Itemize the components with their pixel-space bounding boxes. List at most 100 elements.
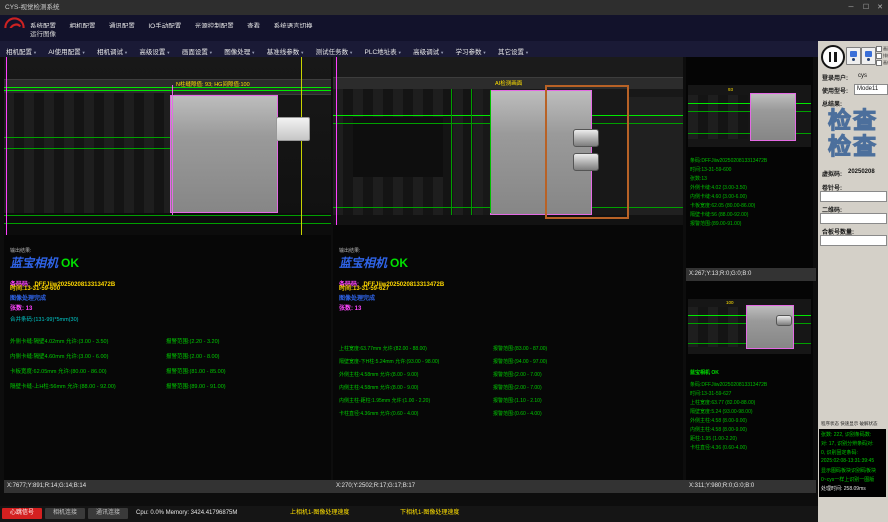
heartbeat-indicator: 心跳信号	[2, 508, 42, 519]
guide-line	[4, 90, 331, 91]
dropdown-arrow-icon: ▼	[82, 50, 86, 55]
edge-line-magenta	[6, 57, 7, 235]
alarm-range: 报警范围:(81.00 - 85.00)	[166, 367, 226, 375]
toolbar: 相机配置▼ AI使用配置▼ 相机调试▼ 高级设置▼ 画面设置▼ 图像处理▼ 基准…	[0, 41, 818, 57]
camera-icon	[865, 51, 872, 57]
board-count-input[interactable]	[820, 235, 887, 246]
camera-status: OK	[61, 256, 79, 270]
measurement-row: 隔壁宽度-下H柱:5.24mm 允许:(93.00 - 98.00)	[339, 358, 439, 365]
measurement-row: 隔壁卡缝-上H柱:56mm 允许:(88.00 - 92.00)	[10, 382, 116, 390]
camera-link-indicator: 相机连接	[45, 508, 85, 519]
dropdown-arrow-icon: ▼	[251, 50, 255, 55]
preview-top-coordinates: X:267;Y:13;R:0;G:0;B:0	[686, 268, 816, 281]
checkbox-icon	[876, 60, 882, 66]
guide-line-vertical	[490, 90, 491, 213]
roi-box-orange	[545, 85, 629, 219]
preview-text-line: 外侧主柱:4.58 (8.00-9.00)	[690, 417, 747, 424]
comm-link-indicator: 通讯连接	[88, 508, 128, 519]
camera-name: 蓝宝相机	[339, 256, 387, 270]
alarm-range: 报警范围:(89.00 - 91.00)	[166, 382, 226, 390]
alarm-range: 报警范围:(2.00 - 7.00)	[493, 371, 542, 378]
machinery-band	[333, 57, 683, 77]
window-title: CYS-视觉检测系统	[5, 0, 60, 15]
screw-part	[776, 315, 792, 326]
preview-panel-bottom[interactable]: 100 蓝宝相机 OK 条码:DFFJiiw2025020813313472B …	[686, 281, 813, 480]
product-block	[750, 93, 796, 141]
measurement-row: 内侧卡缝:隔壁4.60mm 允许:(3.00 - 6.00)	[10, 352, 108, 360]
machinery-cavity	[353, 117, 443, 177]
stats-line: 对: 17, 识别分辨条码对:	[821, 440, 874, 447]
right-camera-view[interactable]: AI检测画面 输出结果: 蓝宝相机OK 条码码: DFFJiiw20250208…	[333, 57, 683, 480]
view-option-screen[interactable]: 画面显示	[876, 46, 888, 52]
total-result-display: 检查 检查	[820, 107, 886, 163]
stats-box: 张数: 222, 识别条码数: 对: 17, 识别分辨条码对: 0, 识别固定条…	[819, 429, 886, 497]
view-option-lines[interactable]: 排线画布	[876, 53, 888, 59]
preview-top-scene[interactable]: 93	[688, 85, 811, 147]
dropdown-arrow-icon: ▼	[398, 50, 402, 55]
count-row: 张数: 13	[10, 303, 32, 312]
alarm-range: 报警范围:(94.00 - 97.00)	[493, 358, 547, 365]
right-view-coordinates: X:270;Y:2502;R:17;G:17;B:17	[333, 480, 686, 493]
camera-a-button[interactable]	[846, 47, 861, 65]
count-row: 张数: 13	[339, 303, 361, 312]
preview-text-line: 张数:13	[690, 175, 707, 182]
guide-line	[4, 215, 331, 216]
product-block	[170, 95, 278, 213]
result-text-line: 检查	[820, 107, 886, 133]
preview-text-line: 报警范围:(89.00-91.00)	[690, 220, 741, 227]
pause-button[interactable]	[821, 45, 845, 69]
maximize-button[interactable]: ☐	[859, 0, 873, 15]
stats-line: 显示图码板块识别码板块	[821, 467, 876, 474]
run-row: 运行图像	[0, 28, 888, 41]
camera-b-button[interactable]	[861, 47, 876, 65]
stats-header: 程序状态 快速显示 破解状态	[821, 421, 878, 427]
stats-line: 2025:02:08-13:31:39:45	[821, 458, 874, 464]
process-row: 图像处理完成	[339, 293, 375, 302]
dropdown-arrow-icon: ▼	[525, 50, 529, 55]
connector-part	[276, 117, 310, 141]
left-camera-scene[interactable]: N柱缝隙值: 93; HG间隙值:100	[4, 57, 331, 235]
measurement-row: 内侧主柱-距柱:1.95mm 允许:(1.00 - 2.20)	[339, 397, 430, 404]
dropdown-arrow-icon: ▼	[349, 50, 353, 55]
right-camera-scene[interactable]: AI检测画面	[333, 57, 683, 225]
camera-result-row: 蓝宝相机OK	[10, 254, 79, 272]
measurement-row: 外侧卡缝:隔壁4.02mm 允许:(3.00 - 3.50)	[10, 337, 108, 345]
virtual-code-value: 20250208	[848, 169, 875, 175]
alarm-range: 报警范围:(1.10 - 2.10)	[493, 397, 542, 404]
qrcode-input[interactable]	[820, 213, 887, 224]
model-select[interactable]: Mode11	[854, 84, 888, 95]
guide-line-vertical	[451, 89, 452, 215]
preview-bottom-coordinates: X:311;Y:980;R:0;G:0;B:0	[686, 480, 816, 493]
minimize-button[interactable]: ─	[844, 0, 858, 15]
screw-part	[573, 153, 599, 171]
process-row: 图像处理完成	[10, 293, 46, 302]
preview-text-line: 外侧卡缝:4.02 (3.00-3.50)	[690, 184, 747, 191]
dropdown-arrow-icon: ▼	[209, 50, 213, 55]
cpu-memory-readout: Cpu: 0.0% Memory: 3424.41796875M	[136, 508, 237, 519]
dropdown-arrow-icon: ▼	[33, 50, 37, 55]
virtual-code-label: 虚拟码:	[822, 169, 842, 178]
preview-text-line: 隔壁卡缝:56 (88.00-92.00)	[690, 211, 748, 218]
close-button[interactable]: ✕	[873, 0, 887, 15]
preview-text-line: 卡板宽度:62.05 (80.00-86.00)	[690, 202, 755, 209]
screw-part	[573, 129, 599, 147]
lens-icon	[852, 58, 855, 61]
product-block	[746, 305, 794, 349]
bottom-camera-speed: 下相机1-图像处理速度	[400, 508, 459, 519]
preview-bottom-scene[interactable]: 100	[688, 299, 811, 354]
left-camera-view[interactable]: N柱缝隙值: 93; HG间隙值:100 输出结果: 蓝宝相机OK 条码码: D…	[4, 57, 331, 480]
measurement-row: 上柱宽度:63.77mm 允许:(82.00 - 88.00)	[339, 345, 427, 352]
run-image-label: 运行图像	[30, 28, 56, 41]
scene-overlay-label: 93	[728, 87, 733, 92]
machinery-gap	[4, 213, 331, 235]
measure-line-pink	[172, 85, 173, 215]
machinery-slats	[4, 93, 174, 213]
preview-text-line: 隔壁宽度:5.24 (93.00-98.00)	[690, 408, 753, 415]
preview-panel-top[interactable]: 93 条码:DFFJiiw2025020813313472B 时间:13-31-…	[686, 57, 813, 268]
preview-text-line: 距柱:1.95 (1.00-2.20)	[690, 435, 737, 442]
preview-text-line: 内侧主柱:4.58 (8.00-9.00)	[690, 426, 747, 433]
time-row: 时间:13-31-59-627	[339, 283, 389, 292]
view-option-draw[interactable]: 画线画布	[876, 60, 888, 66]
measurement-row: 卡柱直径:4.36mm 允许:(0.60 - 4.00)	[339, 410, 418, 417]
roll-number-input[interactable]	[820, 191, 887, 202]
